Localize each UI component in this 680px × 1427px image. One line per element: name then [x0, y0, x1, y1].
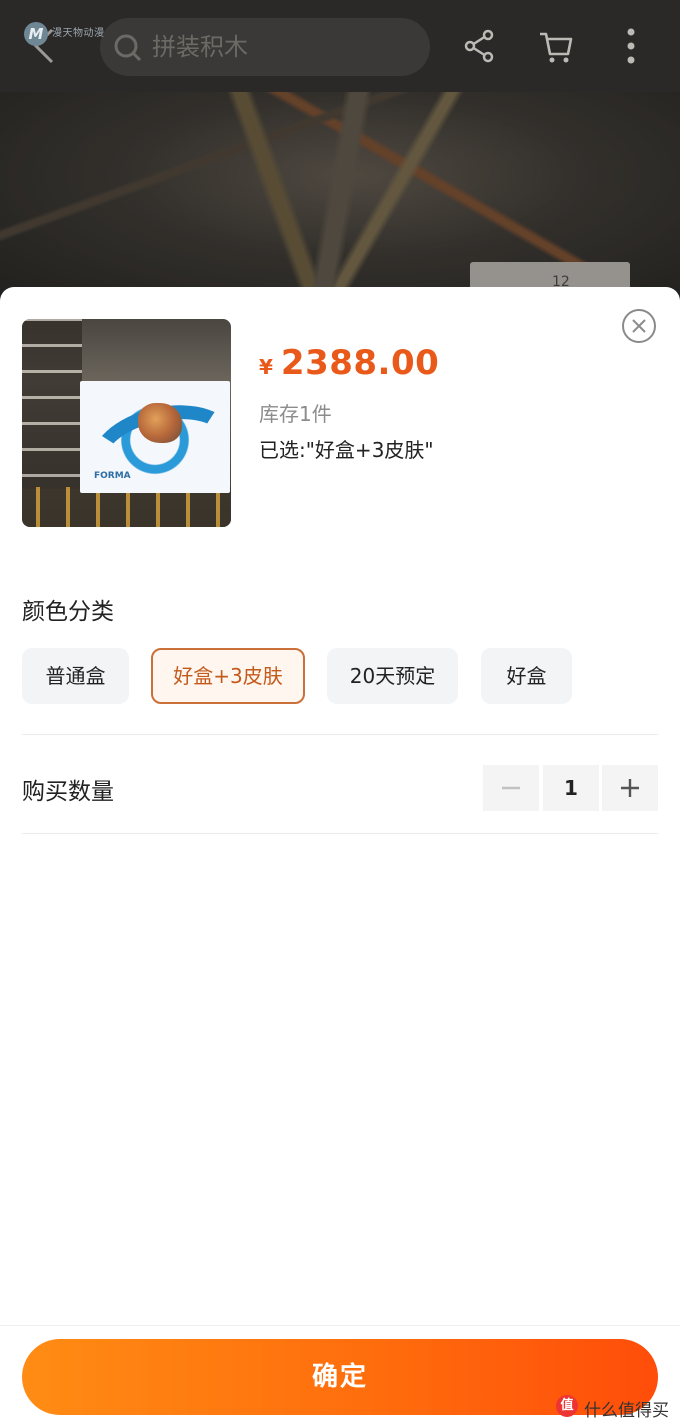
price-value: 2388.00	[280, 343, 440, 383]
sku-selector-sheet: FORMA ¥2388.00 库存1件 已选:"好盒+3皮肤" 颜色分类 普通盒…	[0, 287, 680, 1427]
plus-icon	[621, 779, 639, 797]
divider	[22, 734, 658, 735]
close-icon	[632, 319, 646, 333]
quantity-stepper: 1	[483, 765, 658, 811]
cart-button[interactable]	[536, 26, 576, 66]
quantity-section-label: 购买数量	[22, 779, 114, 805]
minus-icon	[502, 786, 520, 790]
search-input[interactable]: 拼装积木	[100, 18, 430, 76]
stock-text: 库存1件	[259, 402, 332, 426]
zdm-logo-icon: 值	[556, 1395, 578, 1417]
increase-button[interactable]	[602, 765, 658, 811]
zdm-watermark-text: 什么值得买	[584, 1401, 669, 1421]
product-box-image: FORMA	[80, 381, 231, 510]
watermark-logo: M	[24, 22, 48, 46]
price-row: ¥2388.00	[259, 343, 439, 387]
search-icon	[114, 34, 142, 62]
option-good-box[interactable]: 好盒	[481, 648, 572, 704]
quantity-value[interactable]: 1	[543, 765, 599, 811]
decrease-button[interactable]	[483, 765, 539, 811]
option-good-box-3-skins[interactable]: 好盒+3皮肤	[151, 648, 305, 704]
footer-divider	[0, 1325, 680, 1326]
option-normal-box[interactable]: 普通盒	[22, 648, 129, 704]
cart-icon	[540, 32, 573, 63]
search-placeholder: 拼装积木	[152, 33, 248, 61]
product-page-backdrop[interactable]: 12 M 漫天物动漫 拼装积木	[0, 0, 680, 300]
thumbnail-background	[22, 319, 82, 489]
share-button[interactable]	[462, 28, 498, 64]
share-icon	[464, 29, 494, 63]
more-vertical-icon	[627, 28, 635, 64]
close-button[interactable]	[622, 309, 656, 343]
box-art-logo: FORMA	[94, 471, 131, 481]
option-20-day-preorder[interactable]: 20天预定	[327, 648, 458, 704]
color-section-label: 颜色分类	[22, 599, 114, 625]
divider	[22, 833, 658, 834]
watermark-text: 漫天物动漫	[52, 28, 105, 39]
box-art-figure	[138, 403, 182, 443]
product-thumbnail[interactable]: FORMA	[22, 319, 231, 527]
more-menu-button[interactable]	[616, 24, 646, 68]
currency-symbol: ¥	[259, 355, 273, 379]
selected-summary: 已选:"好盒+3皮肤"	[259, 438, 434, 462]
top-bar: M 漫天物动漫 拼装积木	[0, 0, 680, 92]
